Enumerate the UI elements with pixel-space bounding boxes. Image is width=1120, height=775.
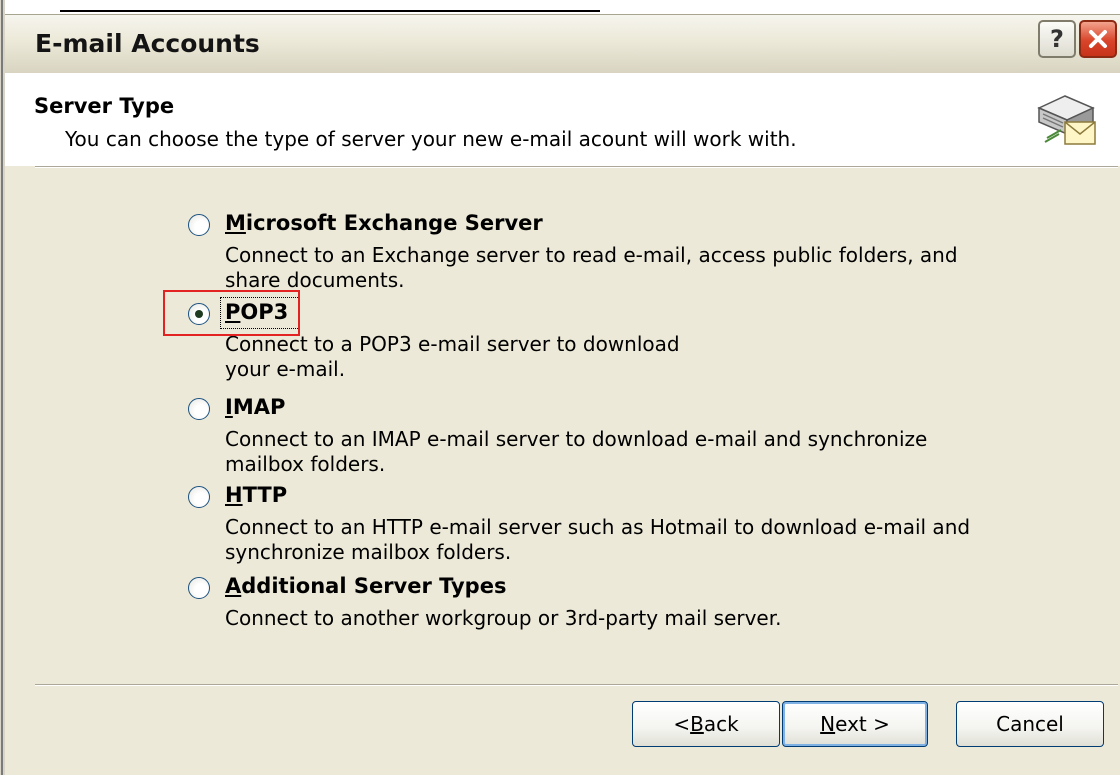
option-http-desc-line1: Connect to an HTTP e-mail server such as…: [225, 515, 971, 539]
top-edge-line: [60, 10, 600, 12]
close-icon: [1089, 30, 1107, 48]
radio-http[interactable]: [188, 486, 210, 508]
page-description: You can choose the type of server your n…: [65, 127, 797, 151]
window-title: E-mail Accounts: [35, 29, 260, 58]
option-http-desc-line2: synchronize mailbox folders.: [225, 540, 512, 564]
next-accel: N: [820, 712, 836, 736]
option-imap-desc-line1: Connect to an IMAP e-mail server to down…: [225, 427, 928, 451]
back-label: ack: [703, 712, 739, 736]
help-icon: ?: [1050, 25, 1064, 53]
radio-exchange[interactable]: [188, 214, 210, 236]
annotation-highlight-box: [163, 290, 300, 336]
option-additional-desc: Connect to another workgroup or 3rd-part…: [225, 606, 782, 630]
title-bar[interactable]: E-mail Accounts ?: [5, 14, 1120, 74]
option-imap-desc-line2: mailbox folders.: [225, 452, 386, 476]
back-button[interactable]: < Back: [632, 701, 780, 747]
page-title: Server Type: [34, 94, 175, 118]
back-prefix: <: [673, 712, 691, 736]
dialog-body: Server Type You can choose the type of s…: [5, 73, 1120, 775]
option-imap-label[interactable]: IMAP: [225, 395, 285, 419]
mail-server-icon: [1037, 95, 1096, 145]
wizard-header: Server Type You can choose the type of s…: [5, 73, 1120, 166]
header-separator: [35, 166, 1118, 168]
radio-imap[interactable]: [188, 398, 210, 420]
cancel-button[interactable]: Cancel: [956, 701, 1104, 747]
help-button[interactable]: ?: [1038, 20, 1076, 58]
next-label: ext >: [835, 712, 890, 736]
option-pop3-desc-line2: your e-mail.: [225, 357, 346, 381]
close-button[interactable]: [1079, 20, 1117, 58]
email-accounts-dialog: E-mail Accounts ? Server Type You can ch…: [5, 14, 1120, 775]
back-accel: B: [690, 712, 704, 736]
option-http-label[interactable]: HTTP: [225, 483, 287, 507]
option-additional-label[interactable]: Additional Server Types: [225, 574, 506, 598]
option-exchange-label[interactable]: Microsoft Exchange Server: [225, 211, 543, 235]
footer-separator: [35, 684, 1118, 686]
radio-additional[interactable]: [188, 577, 210, 599]
option-exchange-desc-line1: Connect to an Exchange server to read e-…: [225, 243, 958, 267]
next-button[interactable]: Next >: [782, 701, 928, 747]
